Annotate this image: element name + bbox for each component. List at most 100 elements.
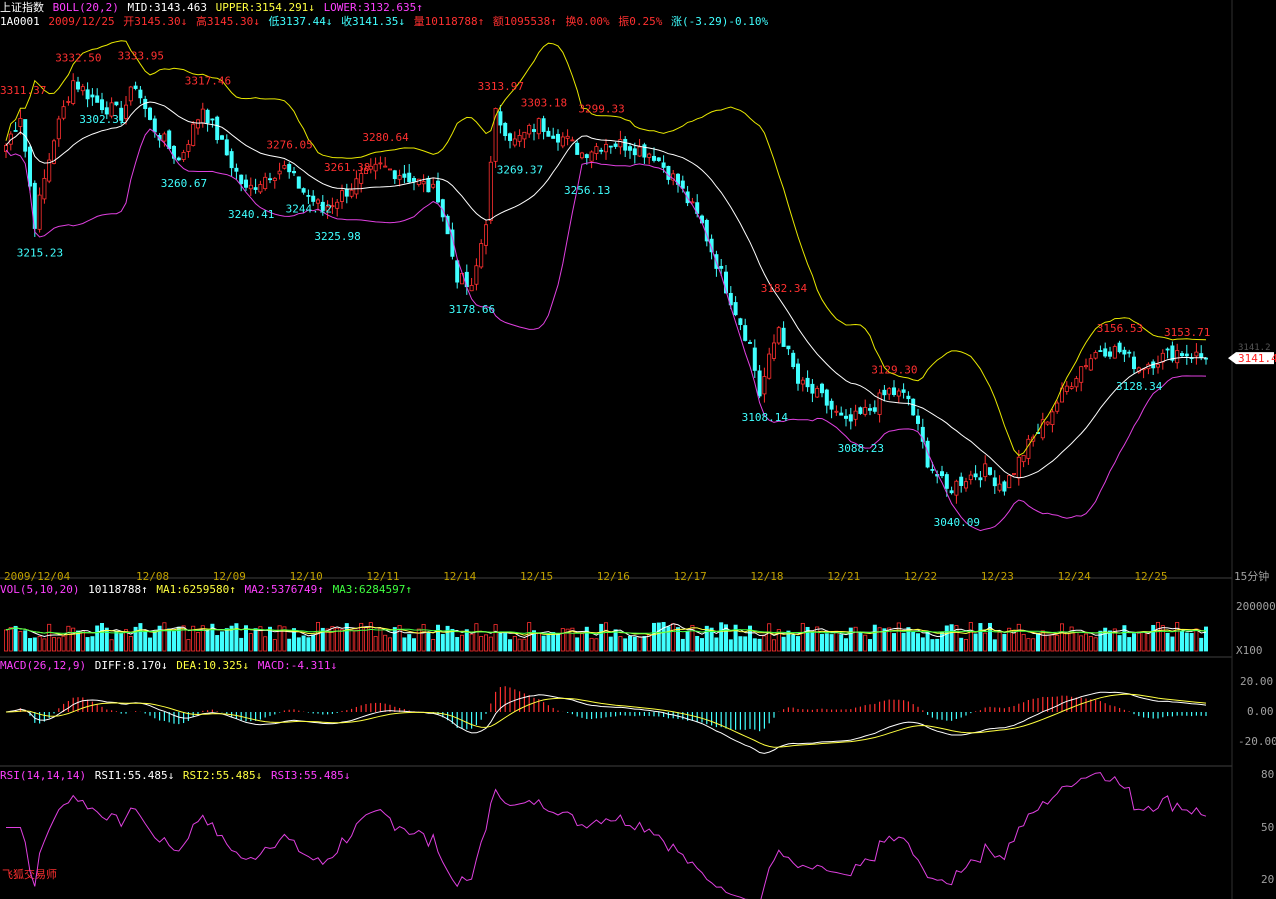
candle-body bbox=[661, 162, 666, 168]
candle-body bbox=[392, 170, 397, 180]
volume-bar bbox=[1141, 631, 1146, 652]
candle-body bbox=[834, 410, 839, 413]
volume-bar bbox=[997, 632, 1002, 652]
volume-bar bbox=[973, 633, 978, 652]
volume-bar bbox=[1026, 638, 1031, 652]
candle-body bbox=[599, 149, 604, 152]
volume-bar bbox=[455, 637, 460, 652]
candle-body bbox=[387, 168, 392, 171]
volume-bar bbox=[330, 626, 335, 652]
volume-bar bbox=[143, 630, 148, 652]
volume-bar bbox=[834, 630, 839, 652]
volume-bar bbox=[488, 636, 493, 652]
volume-bar bbox=[935, 638, 940, 652]
price-annotation: 3182.34 bbox=[761, 282, 808, 295]
volume-bar bbox=[522, 638, 527, 652]
candle-body bbox=[1122, 349, 1127, 355]
time-axis-label: 12/08 bbox=[136, 570, 169, 583]
volume-bar bbox=[920, 637, 925, 652]
candle-body bbox=[128, 86, 133, 102]
candle-body bbox=[215, 116, 220, 141]
candle-body bbox=[229, 151, 234, 169]
candle-body bbox=[546, 130, 551, 137]
volume-bar bbox=[824, 633, 829, 652]
volume-bar bbox=[983, 632, 988, 652]
candle-body bbox=[983, 463, 988, 478]
price-tag-label: 3141.4 bbox=[1238, 352, 1276, 365]
volume-bar bbox=[661, 622, 666, 652]
volume-bar bbox=[162, 622, 167, 652]
price-annotation: 3313.97 bbox=[478, 80, 524, 93]
candle-body bbox=[748, 342, 753, 344]
candle-body bbox=[1002, 481, 1007, 492]
candle-body bbox=[503, 122, 508, 137]
time-axis-label: 12/10 bbox=[290, 570, 323, 583]
volume-bar bbox=[1136, 631, 1141, 652]
volume-bar bbox=[868, 639, 873, 652]
volume-bar bbox=[613, 629, 618, 652]
volume-bar bbox=[858, 631, 863, 652]
volume-bar bbox=[848, 627, 853, 652]
volume-bar bbox=[248, 633, 253, 652]
volume-bar bbox=[680, 638, 685, 652]
candle-body bbox=[411, 178, 416, 182]
volume-bar bbox=[42, 638, 47, 652]
volume-bar bbox=[469, 633, 474, 652]
volume-bar bbox=[791, 634, 796, 652]
candle-body bbox=[973, 473, 978, 478]
candle-body bbox=[291, 170, 296, 174]
candle-body bbox=[532, 129, 537, 132]
candle-body bbox=[988, 467, 993, 475]
volume-bar bbox=[628, 635, 633, 652]
candle-body bbox=[800, 379, 805, 385]
volume-bar bbox=[479, 635, 484, 652]
candle-body bbox=[37, 194, 42, 230]
time-axis-label: 12/09 bbox=[213, 570, 246, 583]
volume-bar bbox=[839, 634, 844, 652]
volume-bar bbox=[85, 637, 90, 652]
candle-body bbox=[27, 146, 32, 187]
volume-bar bbox=[589, 637, 594, 652]
time-axis-label: 12/24 bbox=[1058, 570, 1091, 583]
volume-bar bbox=[387, 637, 392, 652]
volume-bar bbox=[421, 624, 426, 652]
price-annotation: 3108.14 bbox=[742, 411, 789, 424]
volume-bar bbox=[944, 625, 949, 652]
candle-body bbox=[632, 148, 637, 156]
volume-bar bbox=[52, 637, 57, 652]
volume-bar bbox=[301, 635, 306, 652]
volume-bar bbox=[964, 639, 969, 652]
candle-body bbox=[383, 165, 388, 168]
volume-bar bbox=[1012, 630, 1017, 652]
volume-bar bbox=[1160, 625, 1165, 652]
volume-bar bbox=[171, 630, 176, 652]
candle-body bbox=[522, 131, 527, 140]
volume-bar bbox=[925, 631, 930, 652]
candle-body bbox=[743, 325, 748, 341]
volume-bar bbox=[354, 629, 359, 652]
candle-body bbox=[224, 139, 229, 156]
candle-body bbox=[1165, 348, 1170, 351]
volume-bar bbox=[1088, 636, 1093, 652]
volume-bar bbox=[916, 633, 921, 652]
candle-body bbox=[426, 177, 431, 193]
volume-bar bbox=[642, 636, 647, 652]
candle-body bbox=[373, 163, 378, 172]
price-annotation: 3261.38 bbox=[324, 161, 370, 174]
candle-body bbox=[940, 471, 945, 477]
candle-body bbox=[1064, 385, 1069, 392]
volume-bar bbox=[339, 629, 344, 652]
candle-body bbox=[853, 410, 858, 420]
volume-bar bbox=[767, 623, 772, 652]
volume-bar bbox=[796, 636, 801, 652]
price-annotation: 3040.09 bbox=[934, 516, 980, 529]
time-axis-label: 12/16 bbox=[597, 570, 630, 583]
volume-bar bbox=[1060, 623, 1065, 652]
volume-bar bbox=[844, 638, 849, 652]
candle-body bbox=[1194, 351, 1199, 357]
candle-body bbox=[680, 180, 685, 189]
volume-bar bbox=[1045, 634, 1050, 652]
volume-bar bbox=[378, 627, 383, 652]
volume-bar bbox=[411, 638, 416, 652]
candle-body bbox=[152, 118, 157, 133]
